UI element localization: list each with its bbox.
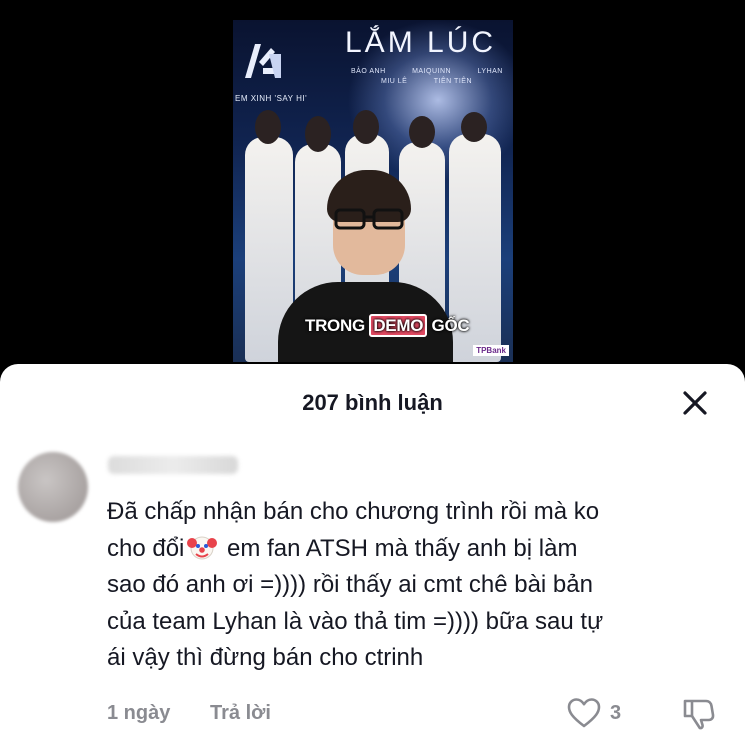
- comment-line-part: em fan ATSH mà thấy anh bị làm: [220, 534, 578, 562]
- poster-title: LẮM LÚC: [345, 26, 497, 59]
- comment-line: của team Lyhan là vào thả tim =)))) bữa …: [107, 607, 604, 635]
- username-blurred[interactable]: [108, 456, 238, 474]
- clown-face-icon: [187, 536, 218, 559]
- video-player[interactable]: EM XINH 'SAY HI' LẮM LÚC BẢO ANH MAIQUIN…: [0, 0, 745, 380]
- reply-button[interactable]: Trả lời: [210, 702, 271, 725]
- performer-head: [353, 110, 379, 144]
- close-icon[interactable]: [680, 388, 710, 418]
- like-count: 3: [610, 702, 622, 724]
- caption-text: GỐC: [427, 316, 470, 335]
- sponsor-logo: TPBank: [473, 345, 509, 356]
- caption-text: TRONG: [305, 316, 370, 335]
- comment-line: cho đổi em fan ATSH mà thấy anh bị làm: [107, 531, 727, 568]
- performer-head: [255, 110, 281, 144]
- comment-line: ái vậy thì đừng bán cho ctrinh: [107, 644, 424, 671]
- artist-name: BẢO ANH: [351, 68, 386, 75]
- artist-name: MAIQUINN: [412, 68, 452, 75]
- comments-sheet: 207 bình luận Đã chấp nhận bán cho chươn…: [0, 364, 745, 742]
- comment-timestamp: 1 ngày: [107, 702, 171, 724]
- heart-icon[interactable]: [566, 696, 602, 730]
- avatar[interactable]: [18, 452, 88, 522]
- thumbs-down-icon[interactable]: [680, 696, 716, 730]
- performer-head: [409, 116, 435, 148]
- artist-name: LYHAN: [477, 68, 503, 75]
- video-frame: EM XINH 'SAY HI' LẮM LÚC BẢO ANH MAIQUIN…: [233, 20, 513, 362]
- comment-line: sao đó anh ơi =)))) rồi thấy ai cmt chê …: [107, 571, 593, 598]
- show-logo-icon: [245, 44, 281, 78]
- comment-line-part: cho đổi: [107, 534, 185, 562]
- comments-count-title: 207 bình luận: [302, 390, 443, 415]
- caption-highlight: DEMO: [369, 314, 428, 337]
- poster-tagline: EM XINH 'SAY HI': [235, 94, 308, 103]
- performer-head: [461, 112, 487, 142]
- artist-name: TIÊN TIÊN: [433, 78, 473, 85]
- video-caption: TRONG DEMO GỐC: [305, 314, 470, 337]
- artist-name: MIU LÊ: [381, 78, 408, 85]
- comment-line: Đã chấp nhận bán cho chương trình rồi mà…: [107, 498, 600, 525]
- comment-text: Đã chấp nhận bán cho chương trình rồi mà…: [107, 494, 727, 677]
- performer-head: [305, 116, 331, 152]
- glasses-icon: [334, 208, 404, 230]
- poster-artist-names: BẢO ANH MAIQUINN LYHAN MIU LÊ TIÊN TIÊN: [351, 68, 513, 85]
